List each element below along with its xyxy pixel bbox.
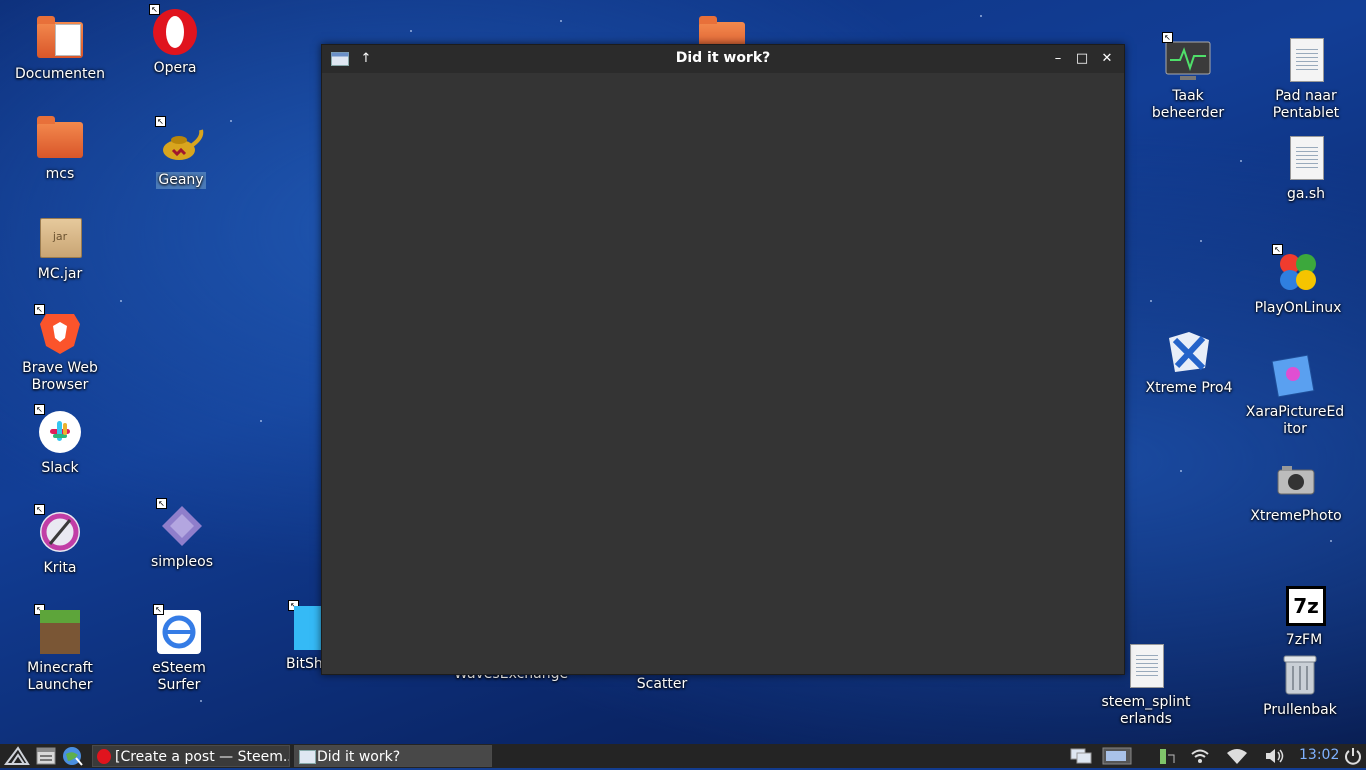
file-manager-icon[interactable] [36,746,56,766]
desktop-icon-xtreme-pro4[interactable]: Xtreme Pro4 [1139,328,1239,397]
script-file-icon [1290,136,1324,180]
shortcut-arrow-icon: ↖ [1162,32,1173,43]
minecraft-grass-block-icon: ↖ [34,604,84,656]
shortcut-arrow-icon: ↖ [1272,244,1283,255]
shortcut-arrow-icon: ↖ [149,4,160,15]
desktop-icon-mcs[interactable]: mcs [10,114,110,183]
folder-icon [37,16,83,58]
desktop-icon-prullenbak[interactable]: Prullenbak [1250,650,1350,719]
trash-icon [1276,650,1324,698]
jar-archive-icon: jar [36,214,84,262]
shortcut-arrow-icon: ↖ [156,498,167,509]
desktop-icon-krita[interactable]: ↖ Krita [10,504,110,577]
desktop-icon-taakbeheerder[interactable]: ↖ Taak beheerder [1138,32,1238,122]
shortcut-arrow-icon: ↖ [34,304,45,315]
desktop-icon-slack[interactable]: ↖ Slack [10,404,110,477]
shortcut-arrow-icon: ↖ [34,404,45,415]
desktop-icon-xarapictureeditor[interactable]: XaraPictureEditor [1243,352,1344,438]
desktop-icon-playonlinux[interactable]: ↖ PlayOnLinux [1248,244,1348,317]
desktop-icon-minecraft[interactable]: ↖ Minecraft Launcher [10,604,110,694]
window-content-area [322,73,1124,674]
desktop-icon-geany[interactable]: ↖ Geany [131,116,231,189]
volume-icon[interactable] [1264,747,1286,765]
system-monitor-icon: ↖ [1162,32,1212,84]
window-title: Did it work? [675,50,771,66]
minimize-button[interactable]: – [1048,49,1068,69]
esteem-icon: ↖ [153,604,203,656]
desktop-icon-brave[interactable]: ↖ Brave Web Browser [10,304,110,394]
desktop-icon-7zfm[interactable]: 7z 7zFM [1254,580,1354,649]
taskbar: [Create a post — Steem... Did it work? 1… [0,744,1366,768]
simpleos-icon: ↖ [156,498,206,550]
workspace-switcher-icon[interactable] [1070,747,1092,765]
shortcut-arrow-icon: ↖ [153,604,164,615]
close-button[interactable]: ✕ [1097,49,1117,69]
window-icon [299,750,316,764]
shortcut-arrow-icon: ↖ [155,116,166,127]
desktop-icon-mc-jar[interactable]: jar MC.jar [10,214,110,283]
desktop-icon-simpleos[interactable]: ↖ simpleos [132,498,232,571]
desktop-icon-documenten[interactable]: Documenten [10,14,110,83]
desktop-icon-opera[interactable]: ↖ Opera [125,4,225,77]
geany-lamp-icon: ↖ [155,116,205,168]
brave-lion-icon: ↖ [34,304,84,356]
xtreme-pro-icon [1165,328,1213,376]
power-icon[interactable] [1344,747,1362,765]
desktop-icon-esteem[interactable]: ↖ eSteem Surfer [129,604,229,694]
opera-icon [97,749,111,764]
clock[interactable]: 13:02 [1299,747,1339,763]
desktop-icon-ga-sh[interactable]: ga.sh [1256,134,1356,203]
camera-icon [1272,456,1320,504]
sevenzip-icon: 7z [1280,580,1328,628]
desktop-pager-icon[interactable] [1102,747,1132,765]
network-wifi-icon[interactable] [1226,747,1248,765]
slack-icon: ↖ [34,404,84,456]
desktop-icon-xtremephoto[interactable]: XtremePhoto [1246,456,1346,525]
folder-icon [37,116,83,158]
text-file-icon [1130,644,1164,688]
shortcut-arrow-icon: ↖ [34,504,45,515]
krita-icon: ↖ [34,504,84,556]
playonlinux-clover-icon: ↖ [1272,244,1322,296]
text-file-icon [1290,38,1324,82]
battery-power-icon [1156,747,1176,765]
desktop-icon-pad-naar-pentablet[interactable]: Pad naar Pentablet [1256,36,1356,122]
web-browser-globe-icon[interactable] [62,746,84,766]
start-menu-icon[interactable] [4,746,30,766]
maximize-button[interactable]: □ [1072,49,1092,69]
wifi-signal-icon[interactable] [1190,747,1210,765]
taskbar-task-did-it-work[interactable]: Did it work? [294,745,492,767]
window-titlebar[interactable]: ↑ Did it work? – □ ✕ [322,45,1124,73]
taskbar-task-opera[interactable]: [Create a post — Steem... [92,745,290,767]
xara-picture-icon [1269,352,1317,400]
dialog-window[interactable]: ↑ Did it work? – □ ✕ [321,44,1125,675]
opera-icon: ↖ [149,4,199,56]
